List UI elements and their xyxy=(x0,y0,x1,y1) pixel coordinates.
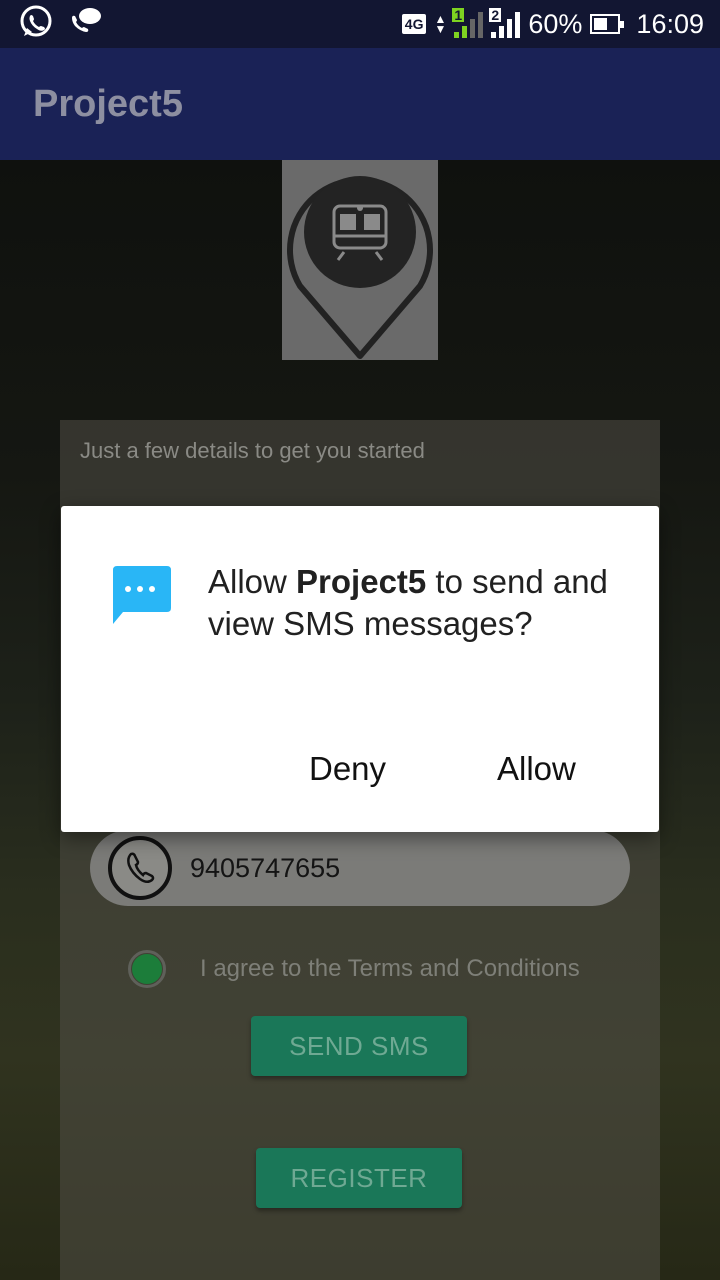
allow-button[interactable]: Allow xyxy=(497,750,576,788)
sms-icon xyxy=(109,564,171,631)
network-type-badge: 4G xyxy=(401,14,427,34)
status-bar: 4G ▲ ▼ 1 2 60% 16:09 xyxy=(0,0,720,48)
phone-input[interactable] xyxy=(190,830,610,906)
battery-icon xyxy=(590,14,625,34)
signal-sim2-icon: 2 xyxy=(489,8,521,38)
app-title: Project5 xyxy=(33,82,183,125)
terms-label: I agree to the Terms and Conditions xyxy=(200,955,580,982)
whatsapp-icon xyxy=(18,4,54,45)
train-location-logo xyxy=(282,160,438,360)
app-bar: Project5 xyxy=(0,48,720,160)
phone-icon xyxy=(108,836,172,900)
card-hint: Just a few details to get you started xyxy=(80,438,425,463)
signal-sim1-icon: 1 xyxy=(452,8,484,38)
battery-percent: 60% xyxy=(528,8,583,39)
terms-radio[interactable] xyxy=(128,950,166,988)
sms-permission-dialog: Allow Project5 to send and view SMS mess… xyxy=(61,506,659,832)
data-arrows-icon: ▲ ▼ xyxy=(434,12,447,36)
dialog-message: Allow Project5 to send and view SMS mess… xyxy=(208,563,608,642)
clock: 16:09 xyxy=(636,8,704,39)
deny-button[interactable]: Deny xyxy=(309,750,386,788)
terms-row[interactable]: I agree to the Terms and Conditions xyxy=(128,950,580,988)
register-button[interactable]: REGISTER xyxy=(256,1148,462,1208)
send-sms-button[interactable]: SEND SMS xyxy=(251,1016,467,1076)
dialog-app-name: Project5 xyxy=(296,563,427,600)
phone-field[interactable] xyxy=(90,830,630,906)
chat-call-icon xyxy=(68,4,104,45)
